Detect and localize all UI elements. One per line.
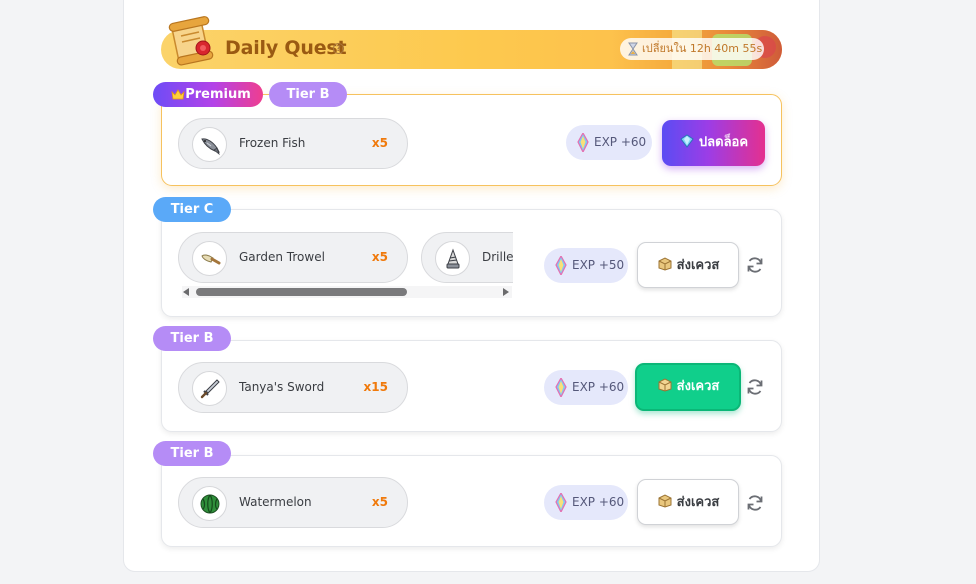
watermelon-icon (200, 494, 220, 514)
quest-item[interactable]: Tanya's Sword x15 (178, 362, 408, 413)
reset-timer: เปลี่ยนใน 12h 40m 55s (620, 38, 764, 60)
quest-item[interactable]: Frozen Fish x5 (178, 118, 408, 169)
unlock-button[interactable]: ปลดล็อค (662, 120, 765, 166)
box-icon (658, 494, 672, 508)
sword-icon (200, 379, 220, 399)
box-icon (658, 378, 672, 392)
hourglass-icon (628, 42, 638, 56)
refresh-icon[interactable] (745, 255, 765, 275)
exp-reward: EXP +50 (544, 248, 628, 283)
item-name: Watermelon (239, 495, 312, 509)
item-name: Frozen Fish (239, 136, 306, 150)
gem-icon (680, 134, 694, 148)
crown-icon (171, 89, 185, 100)
exp-crystal-icon (555, 256, 567, 275)
scroll-right-arrow[interactable] (503, 288, 509, 296)
tier-tag: Tier B (153, 326, 231, 351)
tier-tag: Tier B (269, 82, 347, 107)
tier-tag: Tier C (153, 197, 231, 222)
fish-icon (201, 138, 220, 156)
box-icon (658, 257, 672, 271)
item-name: Tanya's Sword (239, 380, 325, 394)
exp-crystal-icon (555, 493, 567, 512)
item-quantity: x5 (371, 136, 388, 150)
submit-quest-button[interactable]: ส่งเควส (637, 242, 739, 288)
refresh-icon[interactable] (745, 493, 765, 513)
scroll-left-arrow[interactable] (183, 288, 189, 296)
items-scroll-area[interactable]: Garden Trowel x5 Driller (178, 232, 513, 287)
quest-item[interactable]: Garden Trowel x5 (178, 232, 408, 283)
item-name: Driller (482, 250, 513, 264)
help-icon[interactable]: ? (333, 43, 344, 54)
submit-quest-button[interactable]: ส่งเควส (637, 479, 739, 525)
item-quantity: x15 (363, 380, 388, 394)
items-scrollbar[interactable] (182, 286, 512, 298)
item-quantity: x5 (371, 495, 388, 509)
submit-quest-button[interactable]: ส่งเควส (635, 363, 741, 411)
exp-reward: EXP +60 (544, 485, 628, 520)
exp-crystal-icon (577, 133, 589, 152)
quest-item[interactable]: Watermelon x5 (178, 477, 408, 528)
item-name: Garden Trowel (239, 250, 325, 264)
drill-icon (446, 248, 460, 269)
page-title: Daily Quest (225, 37, 347, 59)
premium-tag: Premium (153, 82, 263, 107)
item-quantity: x5 (371, 250, 388, 264)
trowel-icon (201, 254, 221, 265)
exp-reward: EXP +60 (566, 125, 652, 160)
timer-text: เปลี่ยนใน 12h 40m 55s (642, 42, 763, 55)
exp-crystal-icon (555, 378, 567, 397)
tier-tag: Tier B (153, 441, 231, 466)
quest-scroll-icon (168, 16, 214, 66)
refresh-icon[interactable] (745, 377, 765, 397)
exp-reward: EXP +60 (544, 370, 628, 405)
quest-item[interactable]: Driller (421, 232, 513, 283)
scrollbar-thumb[interactable] (196, 288, 407, 296)
